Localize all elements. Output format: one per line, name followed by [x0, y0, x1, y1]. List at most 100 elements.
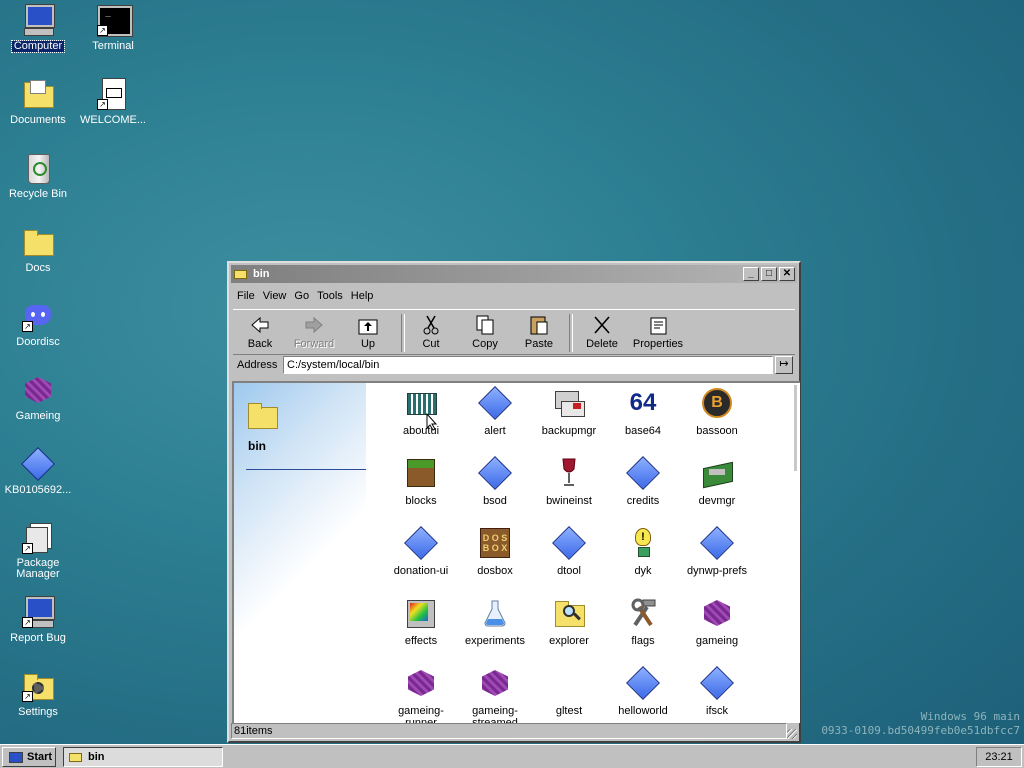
desktop-icon-settings[interactable]: ↗ Settings	[1, 670, 75, 718]
file-label: effects	[404, 635, 438, 647]
file-item-donation-ui[interactable]: donation-ui	[384, 526, 458, 577]
up-button[interactable]: Up	[341, 312, 395, 350]
file-label: dyk	[634, 565, 652, 577]
menu-tools[interactable]: Tools	[313, 287, 347, 302]
menu-bar: File View Go Tools Help	[233, 287, 377, 307]
desktop-icon-welcome[interactable]: M↓ ↗ WELCOME...	[76, 78, 150, 126]
file-item-blocks[interactable]: blocks	[384, 457, 458, 507]
file-item-dyk[interactable]: ! dyk	[606, 527, 680, 577]
file-item-dynwp-prefs[interactable]: dynwp-prefs	[680, 526, 754, 577]
desktop-icon-label: Docs	[25, 262, 51, 274]
file-label: dtool	[557, 565, 581, 577]
scrollbar-thumb[interactable]	[794, 385, 797, 471]
purple-cube-icon	[701, 597, 733, 629]
forward-button[interactable]: Forward	[287, 312, 341, 350]
go-button[interactable]: ↦	[775, 356, 793, 374]
desktop-icon-label: KB0105692...	[4, 484, 72, 496]
minimize-button[interactable]: _	[743, 267, 759, 281]
paste-icon	[527, 314, 551, 336]
blue-diamond-icon	[626, 456, 660, 490]
file-item-devmgr[interactable]: devmgr	[680, 457, 754, 507]
toolbar: Back Forward Up Cut Copy Paste Delete Pr…	[233, 309, 795, 355]
menu-view[interactable]: View	[259, 287, 291, 302]
desktop-icon-package-manager[interactable]: ↗ Package Manager	[1, 522, 75, 580]
file-item-helloworld[interactable]: helloworld	[606, 666, 680, 717]
back-arrow-icon	[248, 314, 272, 336]
file-item-dosbox[interactable]: D O SB O X dosbox	[458, 527, 532, 577]
taskbar-item-bin[interactable]: bin	[63, 747, 223, 767]
paste-button[interactable]: Paste	[512, 312, 566, 350]
file-item-gltest[interactable]: gltest	[532, 667, 606, 717]
file-item-bwineinst[interactable]: bwineinst	[532, 457, 606, 507]
file-label: gameing-runner	[398, 705, 444, 723]
file-item-ifsck[interactable]: ifsck	[680, 666, 754, 717]
file-item-gameing[interactable]: gameing	[680, 597, 754, 647]
desktop-icon-documents[interactable]: Documents	[1, 78, 75, 126]
file-item-backupmgr[interactable]: backupmgr	[532, 387, 606, 437]
resize-grip-icon[interactable]	[787, 729, 797, 739]
file-label: credits	[626, 495, 660, 507]
file-label: helloworld	[618, 705, 668, 717]
file-item-base64[interactable]: 64 base64	[606, 387, 680, 437]
back-button[interactable]: Back	[233, 312, 287, 350]
desktop-icon-recycle-bin[interactable]: Recycle Bin	[1, 152, 75, 200]
taskbar: Start bin 23:21	[0, 744, 1024, 768]
folder-icon	[234, 268, 248, 279]
file-item-explorer[interactable]: explorer	[532, 597, 606, 647]
desktop-icon-label: Computer	[10, 40, 66, 53]
system-tray-clock[interactable]: 23:21	[976, 747, 1022, 767]
desktop-icon-doordisc[interactable]: ↗ Doordisc	[1, 300, 75, 348]
copy-button[interactable]: Copy	[458, 312, 512, 350]
desktop-icon-docs[interactable]: Docs	[1, 226, 75, 274]
desktop-icon-label: Gameing	[15, 410, 61, 422]
backup-icon	[553, 387, 585, 419]
desktop-icon-gameing[interactable]: Gameing	[1, 374, 75, 422]
desktop-icon-label: Terminal	[92, 40, 134, 52]
explorer-window[interactable]: bin _ □ ✕ File View Go Tools Help Back Forwa…	[227, 261, 801, 743]
maximize-button[interactable]: □	[761, 267, 777, 281]
file-item-effects[interactable]: effects	[384, 597, 458, 647]
file-item-experiments[interactable]: experiments	[458, 597, 532, 647]
file-item-bassoon[interactable]: B bassoon	[680, 387, 754, 437]
file-view[interactable]: bin aboutui alert backupmgr 64 base64 B …	[232, 381, 800, 723]
start-button[interactable]: Start	[2, 747, 56, 767]
menu-help[interactable]: Help	[347, 287, 378, 302]
dosbox-icon: D O SB O X	[479, 527, 511, 559]
file-item-credits[interactable]: credits	[606, 456, 680, 507]
scissors-icon	[419, 314, 443, 336]
title-bar[interactable]: bin _ □ ✕	[231, 265, 797, 283]
desktop-icon-computer[interactable]: Computer	[1, 4, 75, 53]
properties-button[interactable]: Properties	[629, 312, 687, 350]
copy-label: Copy	[472, 338, 498, 350]
delete-button[interactable]: Delete	[575, 312, 629, 350]
properties-label: Properties	[632, 338, 684, 350]
tools-icon	[627, 597, 659, 629]
desktop-icon-terminal[interactable]: _ ↗ Terminal	[76, 4, 150, 52]
file-label: gameing	[695, 635, 739, 647]
cut-button[interactable]: Cut	[404, 312, 458, 350]
grass-block-icon	[405, 457, 437, 489]
address-input[interactable]: C:/system/local/bin	[283, 356, 773, 374]
shortcut-arrow-icon: ↗	[22, 543, 33, 554]
file-item-flags[interactable]: flags	[606, 597, 680, 647]
file-item-dtool[interactable]: dtool	[532, 526, 606, 577]
desktop-icon-kb[interactable]: KB0105692...	[1, 447, 75, 496]
desktop-icon-label: Recycle Bin	[8, 188, 68, 200]
desktop-icon-report-bug[interactable]: ↗ Report Bug	[1, 596, 75, 644]
file-item-gameing-runner[interactable]: gameing-runner	[384, 667, 458, 723]
file-item-alert[interactable]: alert	[458, 386, 532, 437]
file-item-aboutui[interactable]: aboutui	[384, 387, 458, 437]
vertical-scrollbar[interactable]	[792, 383, 800, 723]
flask-icon	[479, 597, 511, 629]
blue-diamond-icon	[404, 526, 438, 560]
close-button[interactable]: ✕	[779, 267, 795, 281]
up-label: Up	[360, 338, 376, 350]
folder-icon	[22, 226, 54, 258]
file-label: experiments	[465, 635, 525, 647]
file-item-bsod[interactable]: bsod	[458, 456, 532, 507]
menu-file[interactable]: File	[233, 287, 259, 302]
item-count: 81items	[231, 723, 787, 739]
build-watermark: Windows 96 main 0933-0109.bd50499feb0e51…	[821, 710, 1020, 738]
menu-go[interactable]: Go	[290, 287, 313, 302]
file-item-gameing-streamed[interactable]: gameing-streamed	[458, 667, 532, 723]
